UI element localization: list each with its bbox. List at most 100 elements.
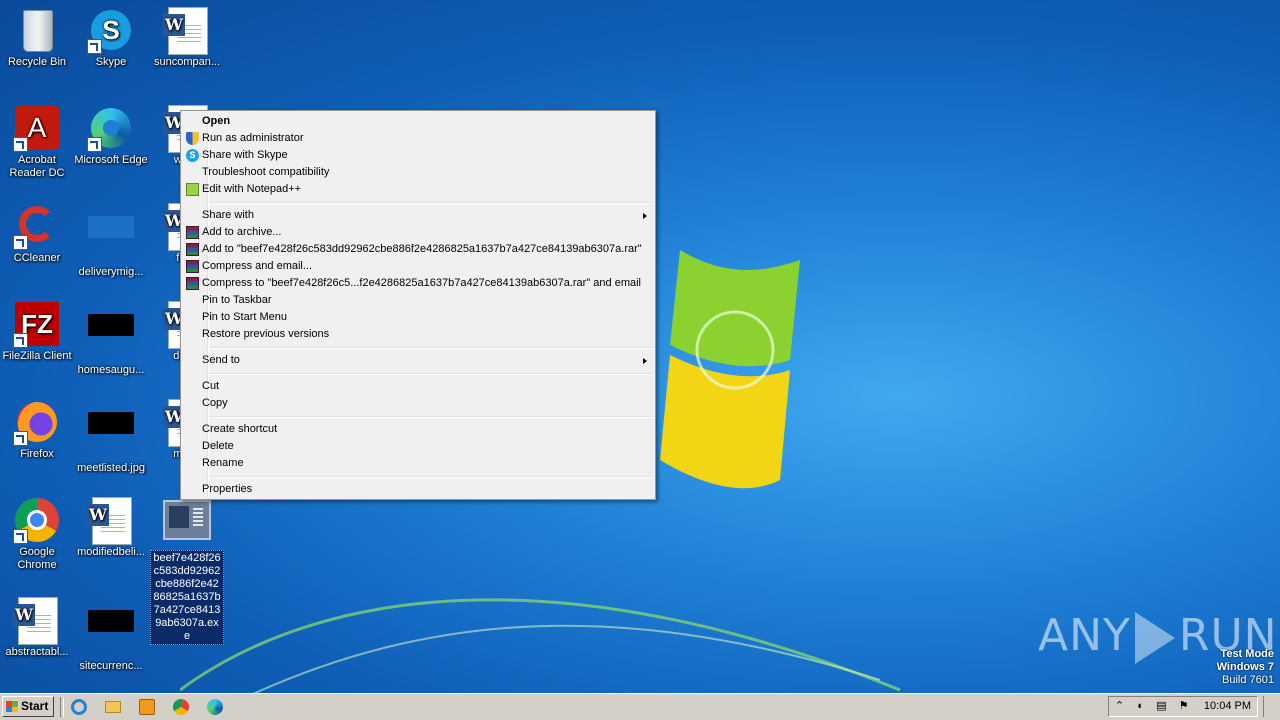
- desktop-icon-sitecurrenc[interactable]: sitecurrenc...: [74, 596, 148, 673]
- selected-file-label: beef7e428f26c583dd92962cbe886f2e4286825a…: [150, 550, 224, 645]
- filezilla-icon: FZ: [13, 300, 61, 348]
- recycle-bin-icon: [13, 6, 61, 54]
- desktop-icon-label: suncompan...: [153, 56, 221, 68]
- menu-separator: [209, 416, 653, 418]
- menu-item-restore-versions[interactable]: Restore previous versions: [181, 326, 655, 343]
- skype-icon: S: [186, 149, 199, 162]
- menu-item-run-as-admin[interactable]: Run as administrator: [181, 130, 655, 147]
- menu-item-copy[interactable]: Copy: [181, 395, 655, 412]
- desktop-icon-meetlisted[interactable]: meetlisted.jpg: [74, 398, 148, 475]
- show-hidden-icons-icon[interactable]: ⌃: [1113, 700, 1126, 713]
- desktop-icon-suncompan[interactable]: W suncompan...: [150, 6, 224, 69]
- desktop-icon-skype[interactable]: S Skype: [74, 6, 148, 69]
- desktop-icon-ccleaner[interactable]: CCleaner: [0, 202, 74, 265]
- action-center-flag-icon[interactable]: ⚑: [1177, 700, 1190, 713]
- desktop-icon-acrobat[interactable]: A Acrobat Reader DC: [0, 104, 74, 180]
- desktop-icon-label: Skype: [95, 56, 127, 68]
- menu-item-open[interactable]: Open: [181, 113, 655, 130]
- desktop-icon-edge[interactable]: Microsoft Edge: [74, 104, 148, 167]
- menu-item-create-shortcut[interactable]: Create shortcut: [181, 421, 655, 438]
- desktop-icon-chrome[interactable]: Google Chrome: [0, 496, 74, 572]
- build-label: Build 7601: [1222, 674, 1274, 686]
- desktop-icon-label: Firefox: [20, 448, 54, 460]
- image-thumbnail-icon: [87, 314, 135, 362]
- desktop-icon-modifiedbeli[interactable]: W modifiedbeli...: [74, 496, 148, 559]
- desktop-icon-abstractabl[interactable]: W abstractabl...: [0, 596, 74, 659]
- menu-item-label: Compress and email...: [202, 260, 313, 272]
- show-desktop-button[interactable]: [1263, 696, 1278, 717]
- shortcut-arrow-icon: [13, 137, 28, 152]
- desktop-icon-homesaugu[interactable]: homesaugu...: [74, 300, 148, 377]
- play-logo-icon: [1134, 612, 1175, 664]
- desktop-icon-selected-exe[interactable]: beef7e428f26c583dd92962cbe886f2e4286825a…: [150, 500, 224, 645]
- edge-icon[interactable]: [207, 699, 223, 715]
- submenu-arrow-icon: [643, 358, 647, 364]
- menu-item-compress-to-rar-email[interactable]: Compress to "beef7e428f26c5...f2e4286825…: [181, 275, 655, 292]
- menu-separator: [209, 202, 653, 204]
- desktop-icon-label: abstractabl...: [5, 646, 69, 658]
- menu-item-pin-start[interactable]: Pin to Start Menu: [181, 309, 655, 326]
- image-thumbnail-icon: [87, 610, 135, 658]
- desktop-icon-label: Recycle Bin: [7, 56, 67, 68]
- desktop-icon-label: meetlisted.jpg: [77, 462, 145, 474]
- desktop-icon-firefox[interactable]: Firefox: [0, 398, 74, 461]
- menu-item-cut[interactable]: Cut: [181, 378, 655, 395]
- desktop-icon-label: deliverymig...: [78, 266, 144, 278]
- menu-item-properties[interactable]: Properties: [181, 481, 655, 498]
- menu-item-share-skype[interactable]: S Share with Skype: [181, 147, 655, 164]
- menu-item-label: Open: [202, 115, 231, 127]
- windows-flag-icon: [6, 701, 18, 712]
- menu-item-pin-taskbar[interactable]: Pin to Taskbar: [181, 292, 655, 309]
- menu-item-label: Rename: [202, 457, 244, 469]
- shortcut-arrow-icon: [13, 333, 28, 348]
- shortcut-arrow-icon: [13, 235, 28, 250]
- desktop-icon-label: FileZilla Client: [2, 350, 72, 362]
- chrome-icon[interactable]: [173, 699, 189, 715]
- word-document-icon: W: [87, 496, 135, 545]
- menu-item-label: Add to archive...: [202, 226, 282, 238]
- desktop-icon-recycle-bin[interactable]: Recycle Bin: [0, 6, 74, 69]
- start-button[interactable]: Start: [2, 696, 54, 717]
- system-tray: ⌃ ◖ ▤ ⚑ 10:04 PM: [1108, 696, 1258, 717]
- test-mode-label: Test Mode: [1220, 648, 1274, 660]
- anyrun-brand-left: ANY: [1038, 610, 1131, 661]
- menu-item-label: Add to "beef7e428f26c583dd92962cbe886f2e…: [202, 243, 642, 255]
- menu-item-label: Send to: [202, 354, 240, 366]
- ccleaner-icon: [13, 202, 61, 250]
- firefox-icon: [13, 398, 61, 446]
- winrar-icon: [186, 260, 199, 273]
- menu-item-share-with[interactable]: Share with: [181, 207, 655, 224]
- shortcut-arrow-icon: [87, 39, 102, 54]
- explorer-folder-icon[interactable]: [105, 699, 121, 715]
- menu-item-rename[interactable]: Rename: [181, 455, 655, 472]
- menu-separator: [209, 476, 653, 478]
- os-label: Windows 7: [1216, 661, 1274, 673]
- desktop-icon-label: modifiedbeli...: [77, 546, 145, 558]
- volume-icon[interactable]: ◖: [1133, 700, 1146, 713]
- menu-item-label: Share with: [202, 209, 254, 221]
- menu-item-add-to-rar[interactable]: Add to "beef7e428f26c583dd92962cbe886f2e…: [181, 241, 655, 258]
- menu-item-label: Cut: [202, 380, 220, 392]
- windows-logo-graphic: [660, 250, 800, 489]
- clock-time[interactable]: 10:04 PM: [1204, 700, 1251, 712]
- network-icon[interactable]: ▤: [1155, 700, 1168, 713]
- winrar-icon: [186, 277, 199, 290]
- menu-item-compress-email[interactable]: Compress and email...: [181, 258, 655, 275]
- desktop-icon-label: homesaugu...: [77, 364, 145, 376]
- winrar-icon: [186, 226, 199, 239]
- menu-item-send-to[interactable]: Send to: [181, 352, 655, 369]
- menu-item-troubleshoot[interactable]: Troubleshoot compatibility: [181, 164, 655, 181]
- menu-item-add-archive[interactable]: Add to archive...: [181, 224, 655, 241]
- desktop-icon-deliverymig[interactable]: deliverymig...: [74, 202, 148, 279]
- acrobat-icon: A: [13, 104, 61, 152]
- media-player-icon[interactable]: [139, 699, 155, 715]
- desktop-icon-filezilla[interactable]: FZ FileZilla Client: [0, 300, 74, 363]
- menu-item-delete[interactable]: Delete: [181, 438, 655, 455]
- executable-icon: [163, 500, 211, 540]
- word-document-icon: W: [13, 596, 61, 645]
- uac-shield-icon: [186, 132, 199, 145]
- image-thumbnail-icon: [87, 412, 135, 460]
- internet-explorer-icon[interactable]: [71, 699, 87, 715]
- desktop-icon-label: CCleaner: [13, 252, 61, 264]
- menu-item-edit-notepadpp[interactable]: Edit with Notepad++: [181, 181, 655, 198]
